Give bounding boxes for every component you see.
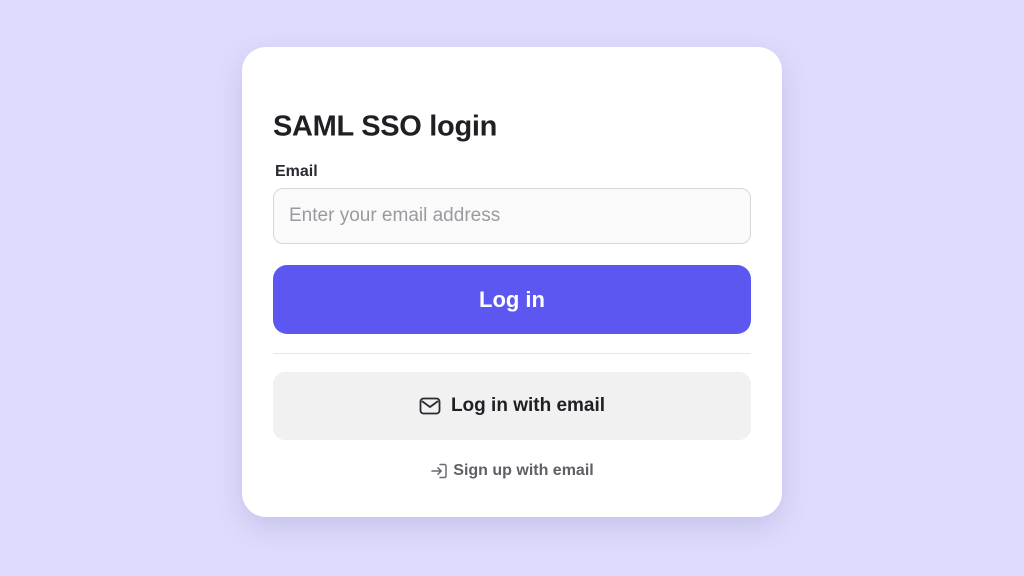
signup-with-email-link[interactable]: Sign up with email (242, 459, 782, 483)
login-with-email-button[interactable]: Log in with email (273, 372, 751, 440)
signup-link-label: Sign up with email (453, 462, 594, 479)
sign-in-arrow-icon (430, 462, 448, 480)
login-card: SAML SSO login Email Log in Log in with … (242, 47, 782, 517)
login-button[interactable]: Log in (273, 265, 751, 334)
email-label: Email (275, 163, 318, 180)
divider (273, 353, 751, 354)
mail-icon (419, 397, 441, 415)
page-title: SAML SSO login (273, 110, 498, 143)
login-with-email-label: Log in with email (450, 395, 606, 416)
email-field[interactable] (273, 188, 751, 244)
